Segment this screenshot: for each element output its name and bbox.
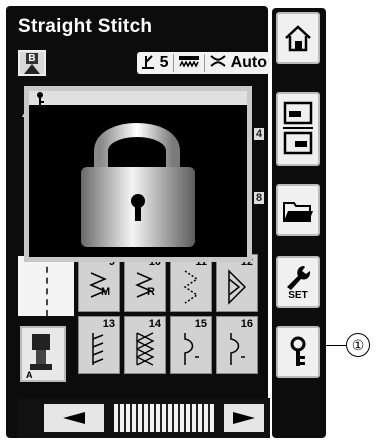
stitch-number: 13: [102, 318, 115, 330]
callout-leader-line: [326, 345, 346, 346]
mode-select-button[interactable]: B: [18, 50, 46, 76]
arrow-right-icon: [233, 412, 255, 424]
stitch-line: [46, 256, 48, 316]
stitch-number: 14: [148, 318, 161, 330]
lock-popup: [24, 86, 252, 262]
stitch-glyph-icon: M: [89, 272, 110, 298]
svg-text:M: M: [101, 286, 110, 298]
page-title: Straight Stitch: [18, 16, 153, 37]
folder-icon: [283, 202, 313, 222]
function-sidebar: SET: [272, 8, 326, 438]
zigzag-dotted-icon: [183, 270, 199, 304]
page-navigation: [18, 398, 270, 438]
stitch-length-value: 5: [159, 54, 169, 71]
svg-text:R: R: [147, 286, 155, 298]
divider: [203, 54, 205, 72]
partial-number-right-2: 8: [254, 192, 265, 204]
tension-icon: [209, 54, 227, 73]
svg-text:A: A: [26, 370, 33, 380]
wrench-icon: [287, 265, 311, 290]
stitch-glyph-icon: R: [135, 272, 155, 298]
cross-stitch-icon: [135, 332, 155, 366]
feed-dog-icon: [178, 54, 200, 73]
key-icon: [290, 336, 306, 366]
padlock-icon: [81, 123, 195, 247]
ladder-stitch-icon: [92, 333, 104, 365]
callout-marker: ①: [346, 333, 370, 357]
stitch-number: 15: [194, 318, 207, 330]
stitch-pattern-16[interactable]: 16: [216, 316, 258, 374]
lcd-screen: Straight Stitch B 5 Auto 4 4 8: [6, 6, 270, 438]
home-icon: [285, 25, 311, 52]
stitch-number: 16: [240, 318, 253, 330]
presser-foot-icon: A: [26, 334, 52, 380]
mode-label: B: [26, 52, 38, 64]
popup-header: [29, 91, 247, 105]
set-label: SET: [288, 289, 308, 301]
scallop-stitch-icon: [230, 333, 245, 365]
page-right-button[interactable]: [224, 404, 264, 432]
arrow-left-icon: [63, 412, 85, 424]
lock-button[interactable]: [276, 326, 320, 378]
stitch-pattern-13[interactable]: 13: [78, 316, 120, 374]
scallop-stitch-icon: [184, 333, 199, 365]
open-file-button[interactable]: [276, 184, 320, 236]
stitch-pattern-15[interactable]: 15: [170, 316, 212, 374]
stitch-length-icon: [140, 54, 156, 73]
home-button[interactable]: [276, 12, 320, 64]
presser-foot-button[interactable]: A: [20, 326, 66, 382]
straight-stitch-preview: [18, 256, 74, 316]
partial-number-right-1: 4: [254, 128, 265, 140]
page-scroll-bar[interactable]: [114, 404, 214, 432]
machine-settings-button[interactable]: [276, 92, 320, 166]
page-left-button[interactable]: [44, 404, 104, 432]
triangle-stitch-icon: [228, 269, 247, 305]
set-button[interactable]: SET: [276, 256, 320, 308]
settings-readout: 5 Auto: [136, 52, 270, 74]
key-icon: [37, 92, 44, 105]
status-bar: B 5 Auto: [18, 50, 270, 76]
tension-value: Auto: [230, 54, 267, 71]
sewing-machine-icon: [283, 101, 313, 155]
divider: [172, 54, 174, 72]
triangle-icon: [24, 63, 40, 74]
stitch-pattern-14[interactable]: 14: [124, 316, 166, 374]
